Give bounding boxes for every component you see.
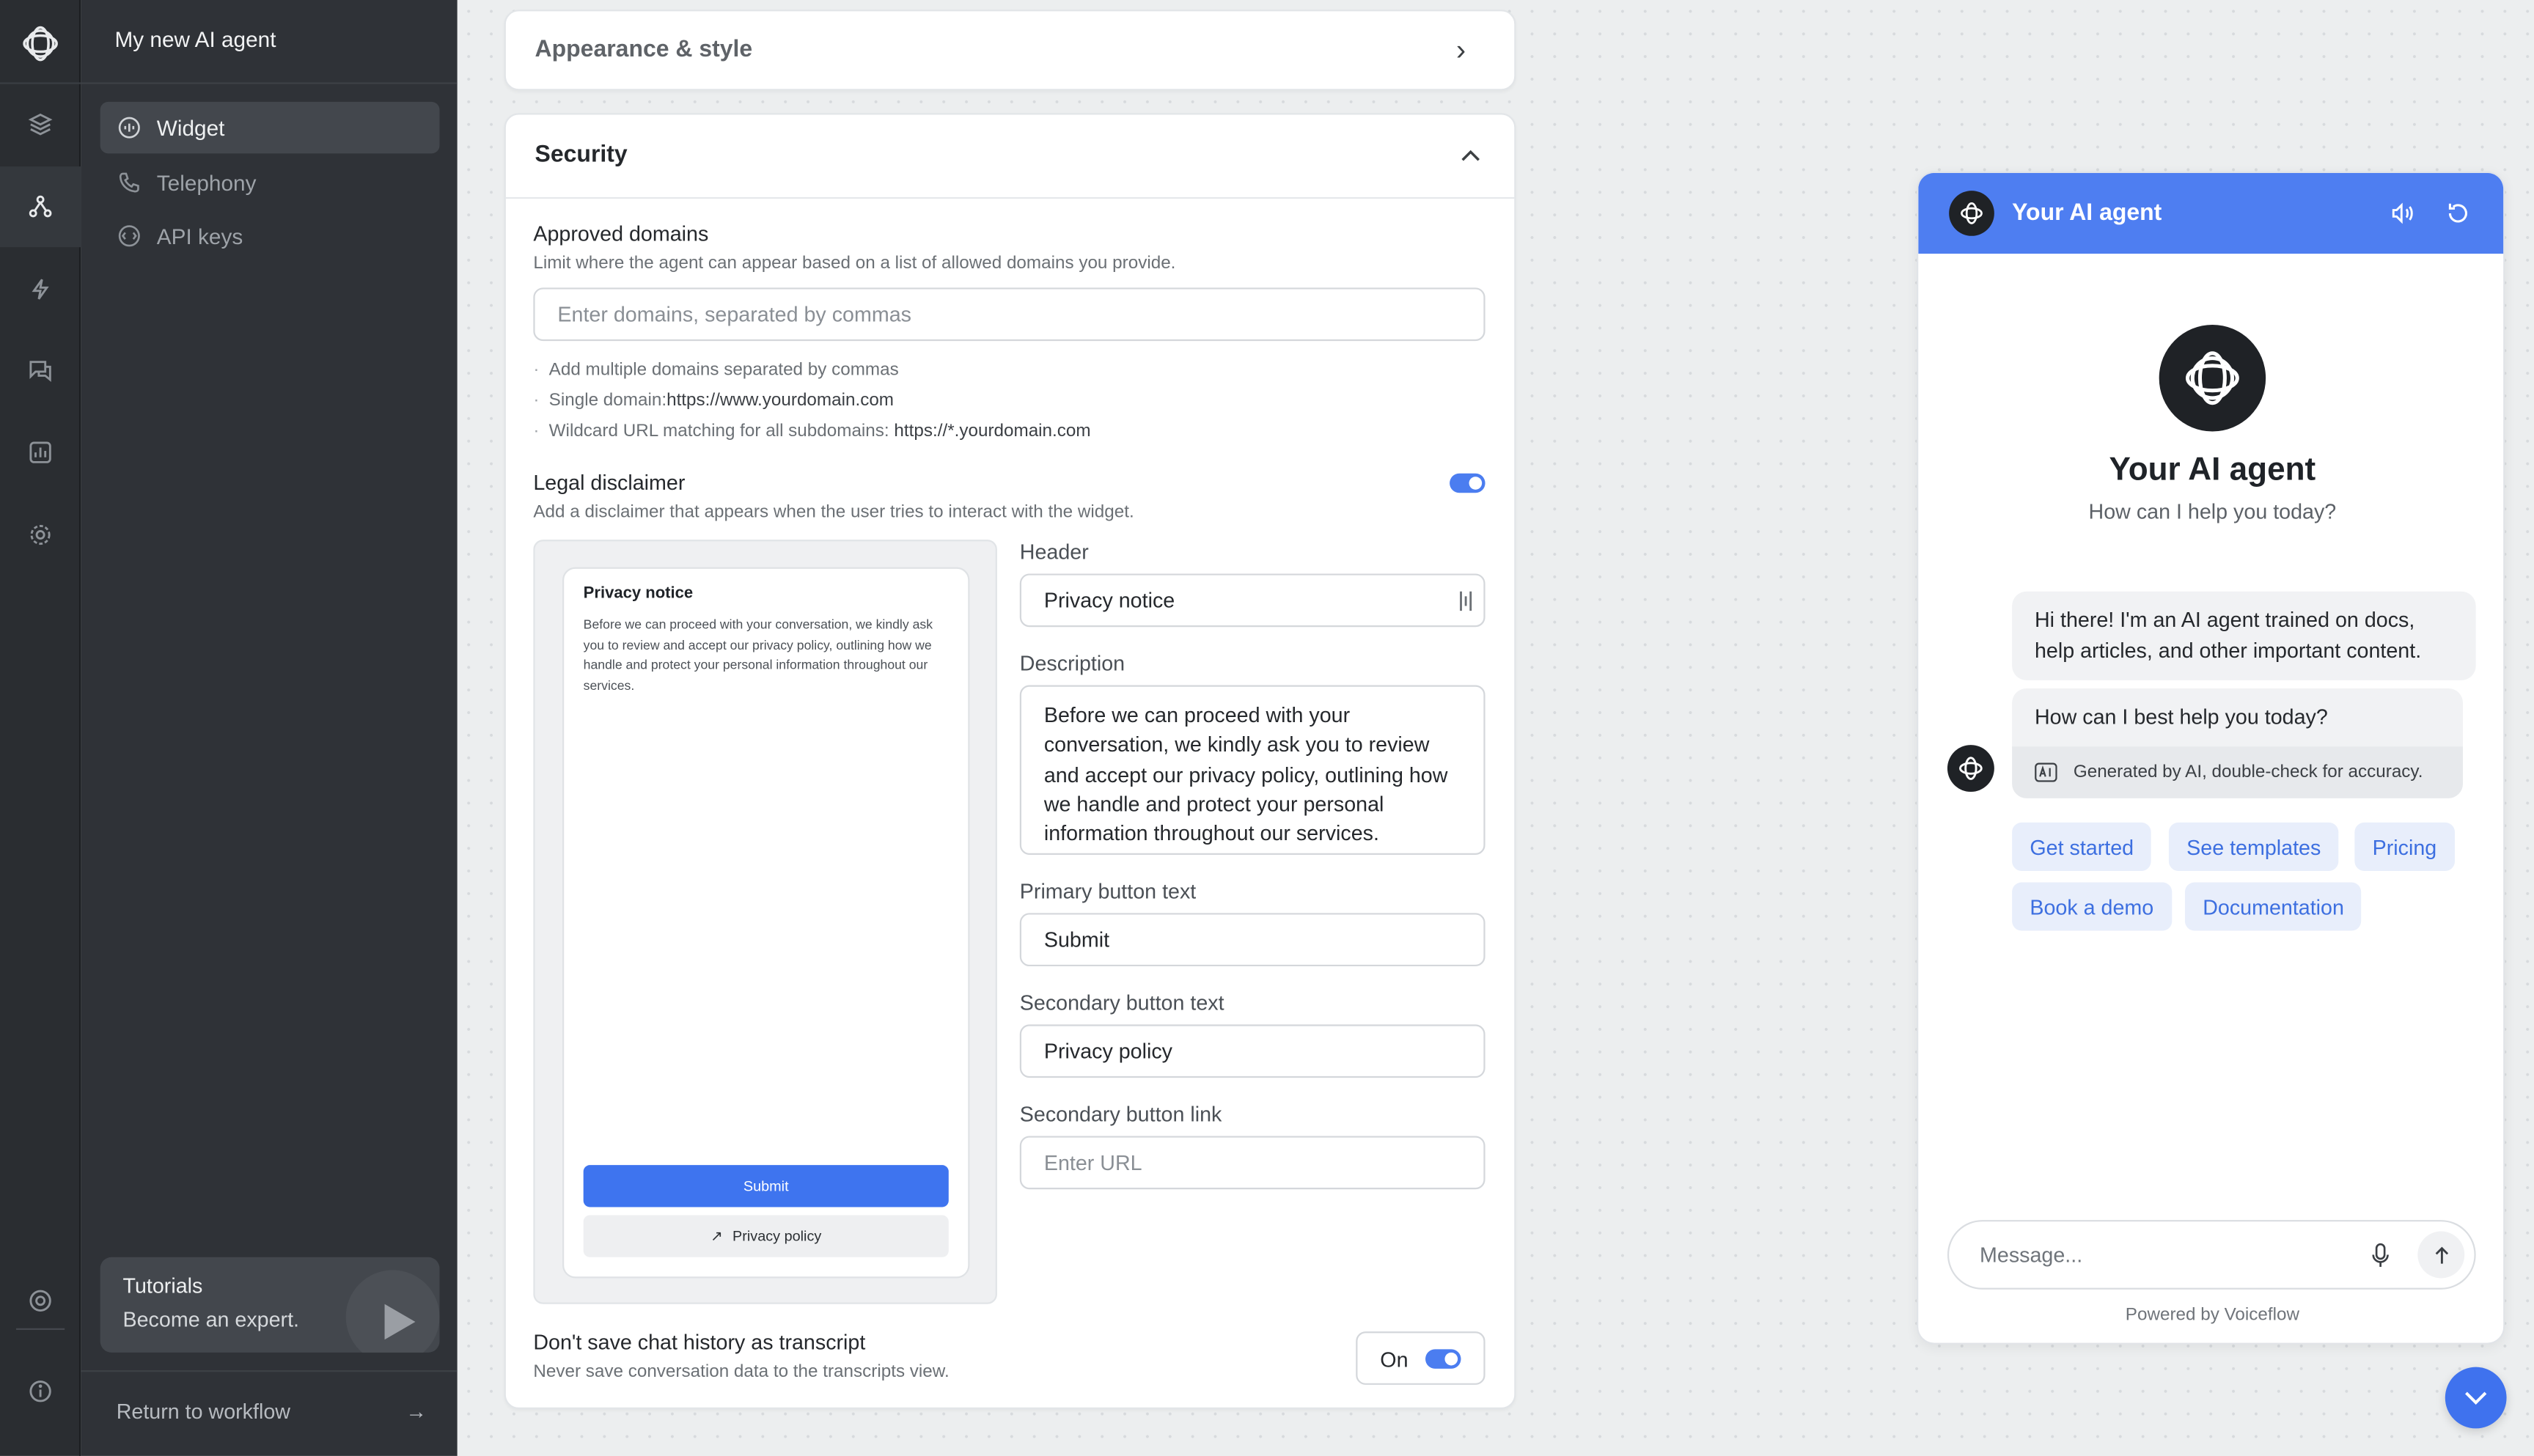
preview-title: Privacy notice — [583, 584, 694, 603]
speaker-icon[interactable] — [2390, 200, 2416, 226]
rail-bottom-divider — [16, 1328, 65, 1330]
preview-card: Privacy notice Before we can proceed wit… — [562, 567, 970, 1279]
settings-gear-icon[interactable] — [0, 494, 81, 575]
chip-documentation[interactable]: Documentation — [2184, 882, 2362, 931]
send-button[interactable] — [2417, 1231, 2465, 1279]
sidebar-item-label: Widget — [156, 115, 225, 140]
secondary-button-link-field[interactable]: Enter URL — [1019, 1136, 1485, 1190]
agent-tagline: How can I help you today? — [2088, 499, 2337, 524]
chat-widget-preview: Your AI agent Your AI agent How can I he… — [1917, 171, 2505, 1345]
transcript-label: Don't save chat history as transcript — [533, 1329, 866, 1355]
chip-book-demo[interactable]: Book a demo — [2012, 882, 2172, 931]
secondary-button-text-field[interactable]: Privacy policy — [1019, 1024, 1485, 1078]
agent-avatar-icon — [1949, 191, 1994, 236]
sidebar-item-label: Telephony — [156, 170, 257, 195]
domain-hint: · Add multiple domains separated by comma… — [533, 360, 899, 380]
tutorials-title: Tutorials — [122, 1273, 203, 1298]
sidebar-item-api-keys[interactable]: API keys — [100, 210, 440, 262]
chevron-up-icon[interactable] — [1461, 149, 1480, 162]
key-icon — [118, 225, 140, 247]
preview-text: Before we can proceed with your conversa… — [583, 617, 933, 693]
conversations-icon[interactable] — [0, 330, 81, 411]
ai-disclaimer: Generated by AI, double-check for accura… — [2012, 746, 2464, 798]
primary-button-text-field[interactable]: Submit — [1019, 913, 1485, 967]
approved-domains-description: Limit where the agent can appear based o… — [533, 254, 1176, 273]
ai-badge-icon — [2035, 762, 2057, 782]
play-icon[interactable] — [345, 1270, 440, 1353]
preview-privacy-button: ↗ Privacy policy — [583, 1215, 949, 1257]
ai-disclaimer-text: Generated by AI, double-check for accura… — [2073, 762, 2423, 782]
tutorials-subtitle: Become an expert. — [122, 1307, 300, 1332]
appearance-section[interactable]: Appearance & style › — [504, 10, 1516, 91]
collapse-widget-button[interactable] — [2445, 1367, 2507, 1429]
message-input[interactable]: Message... — [1947, 1220, 2476, 1290]
tutorials-card[interactable]: Tutorials Become an expert. — [100, 1257, 440, 1353]
lightning-icon[interactable] — [0, 249, 81, 329]
chat-header: Your AI agent — [1918, 172, 2504, 254]
arrow-up-icon — [2434, 1246, 2448, 1263]
sidebar-item-label: API keys — [156, 224, 243, 249]
secondary-sidebar: My new AI agent Widget Telephony API key… — [81, 0, 458, 1456]
chevron-right-icon[interactable]: › — [1456, 34, 1466, 67]
layers-icon[interactable] — [0, 84, 81, 165]
secondary-button-text-label: Secondary button text — [1019, 990, 1224, 1015]
sidebar-footer-divider — [81, 1370, 458, 1372]
header-field-label: Header — [1019, 540, 1089, 565]
widget-icon — [118, 117, 140, 139]
integrations-icon[interactable] — [0, 166, 81, 248]
refresh-icon[interactable] — [2445, 200, 2471, 226]
transcript-state: On — [1380, 1347, 1409, 1372]
domain-hint: · Wildcard URL matching for all subdomain… — [533, 422, 1091, 441]
appearance-title: Appearance & style — [535, 37, 753, 63]
external-link-icon: ↗ — [710, 1227, 723, 1244]
info-icon[interactable] — [0, 1351, 81, 1432]
chip-get-started[interactable]: Get started — [2012, 822, 2152, 872]
header-field-value: Privacy notice — [1043, 588, 1175, 613]
powered-by: Powered by Voiceflow — [2125, 1305, 2300, 1326]
agent-message: Hi there! I'm an AI agent trained on doc… — [2012, 591, 2476, 680]
agent-message-avatar-icon — [1947, 745, 1994, 793]
header-field[interactable]: Privacy notice — [1019, 573, 1485, 628]
agent-large-avatar-icon — [2159, 325, 2266, 432]
secondary-button-link-label: Secondary button link — [1019, 1102, 1222, 1127]
analytics-icon[interactable] — [0, 412, 81, 493]
icon-rail — [0, 0, 81, 1456]
agent-title: My new AI agent — [114, 27, 276, 52]
voiceflow-logo-icon[interactable] — [18, 23, 63, 65]
arrow-right-icon[interactable]: → — [405, 1400, 427, 1424]
chat-header-title: Your AI agent — [2012, 200, 2162, 227]
security-title: Security — [535, 141, 628, 169]
chip-pricing[interactable]: Pricing — [2354, 822, 2455, 872]
variable-icon[interactable] — [1458, 589, 1474, 612]
transcript-toggle-box[interactable]: On — [1356, 1331, 1485, 1385]
return-to-workflow-link[interactable]: Return to workflow — [117, 1400, 290, 1424]
sidebar-item-widget[interactable]: Widget — [100, 101, 440, 154]
disclaimer-preview: Privacy notice Before we can proceed wit… — [533, 540, 997, 1304]
description-field-label: Description — [1019, 651, 1125, 676]
transcript-description: Never save conversation data to the tran… — [533, 1362, 950, 1382]
transcript-toggle[interactable] — [1425, 1349, 1461, 1369]
message-input-placeholder: Message... — [1980, 1242, 2083, 1268]
sidebar-header-divider — [81, 82, 458, 84]
microphone-icon[interactable] — [2370, 1243, 2390, 1268]
phone-icon — [119, 172, 139, 193]
chip-see-templates[interactable]: See templates — [2168, 822, 2339, 872]
security-divider — [505, 196, 1515, 199]
agent-name: Your AI agent — [2109, 452, 2316, 488]
preview-submit-button: Submit — [583, 1165, 949, 1207]
agent-message: How can I best help you today? — [2012, 688, 2464, 749]
legal-disclaimer-label: Legal disclaimer — [533, 470, 686, 495]
sidebar-item-telephony[interactable]: Telephony — [100, 157, 440, 209]
approved-domains-label: Approved domains — [533, 221, 709, 246]
chevron-down-icon — [2465, 1391, 2487, 1405]
domain-hint: · Single domain:https://www.yourdomain.co… — [533, 391, 895, 411]
preview-privacy-label: Privacy policy — [732, 1228, 822, 1245]
description-field[interactable]: Before we can proceed with your conversa… — [1019, 685, 1485, 855]
legal-disclaimer-toggle[interactable] — [1450, 473, 1485, 493]
domains-input[interactable]: Enter domains, separated by commas — [533, 287, 1485, 342]
legal-disclaimer-description: Add a disclaimer that appears when the u… — [533, 502, 1134, 522]
primary-button-text-label: Primary button text — [1019, 879, 1197, 904]
